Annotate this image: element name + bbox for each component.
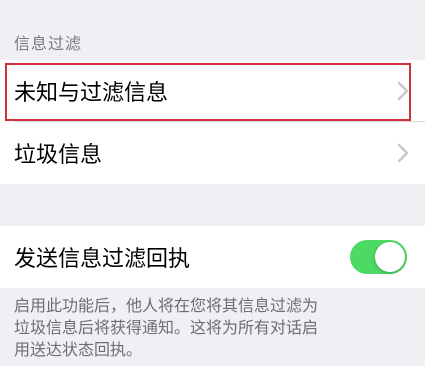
footer-line: 垃圾信息后将获得通知。这将为所有对话启 bbox=[14, 318, 319, 337]
section-header-message-filtering: 信息过滤 bbox=[14, 34, 83, 53]
footer-line: 启用此功能后，他人将在您将其信息过滤为 bbox=[14, 296, 319, 315]
unknown-and-filtered-messages-row[interactable]: 未知与过滤信息 bbox=[0, 60, 425, 122]
filter-receipt-description: 启用此功能后，他人将在您将其信息过滤为 垃圾信息后将获得通知。这将为所有对话启 … bbox=[14, 295, 414, 361]
chevron-right-icon bbox=[397, 143, 409, 163]
footer-line: 用送达状态回执。 bbox=[14, 340, 143, 359]
send-filter-receipt-row: 发送信息过滤回执 bbox=[0, 226, 425, 288]
send-filter-receipt-toggle[interactable] bbox=[350, 240, 407, 274]
message-filter-group: 未知与过滤信息 垃圾信息 bbox=[0, 60, 425, 184]
send-filter-receipt-label: 发送信息过滤回执 bbox=[14, 247, 191, 272]
junk-messages-row[interactable]: 垃圾信息 bbox=[0, 122, 425, 184]
chevron-right-icon bbox=[397, 81, 409, 101]
toggle-knob bbox=[375, 242, 405, 272]
unknown-and-filtered-messages-label: 未知与过滤信息 bbox=[14, 81, 169, 106]
junk-messages-label: 垃圾信息 bbox=[14, 143, 103, 168]
filter-receipt-group: 发送信息过滤回执 bbox=[0, 226, 425, 288]
